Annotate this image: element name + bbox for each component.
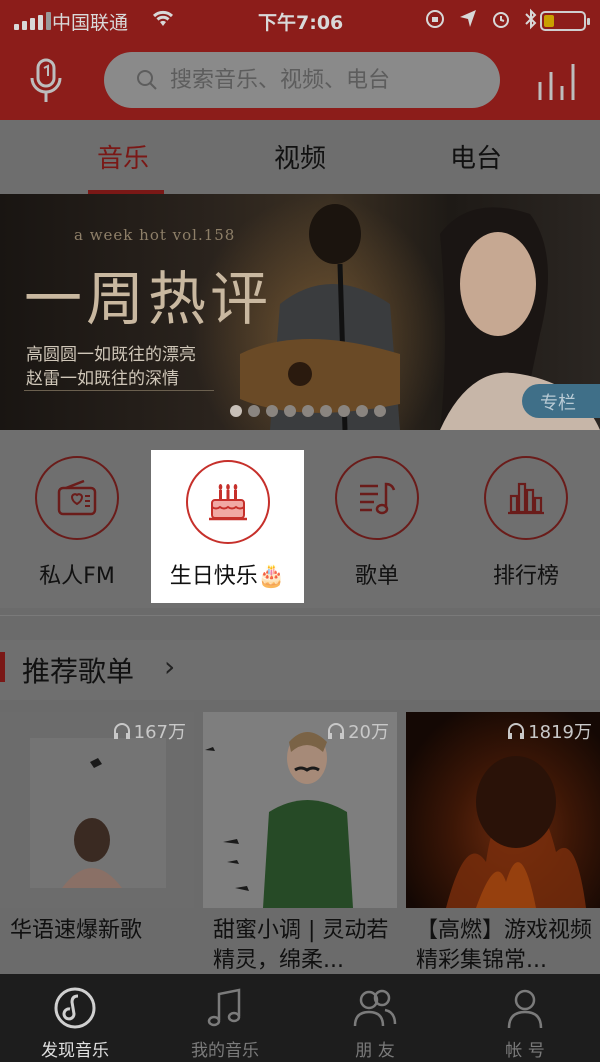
banner-line-1: 高圆圆一如既往的漂亮 [26,345,196,365]
birthday-cake-icon [208,484,247,521]
bluetooth-icon [524,8,538,35]
battery-icon [540,11,590,31]
netease-music-logo-icon [54,987,96,1029]
quick-entries: 私人FM 生日快乐🎂 歌单 排行榜 [0,430,600,608]
playlist-card[interactable]: 167万 华语速爆新歌 [0,712,194,978]
entry-label: 私人FM [39,564,115,589]
tab-account[interactable]: 帐 号 [450,984,600,1061]
signal-strength-icon [14,12,51,30]
tab-label: 朋 友 [355,1041,395,1061]
music-recognition-button[interactable] [26,56,66,106]
radio-icon [57,480,97,516]
chevron-right-icon: › [164,650,176,683]
tab-label: 发现音乐 [41,1041,109,1061]
playlist-title: 【高燃】游戏视频精彩集锦常... [416,918,593,973]
entry-happy-birthday[interactable]: 生日快乐🎂 [151,450,304,603]
banner-tag: 专栏 [522,384,600,418]
tab-my-music[interactable]: 我的音乐 [150,984,300,1061]
tab-discover-music[interactable]: 发现音乐 [0,984,150,1061]
playlist-card[interactable]: 1819万 【高燃】游戏视频精彩集锦常... [406,712,600,978]
search-bar[interactable] [104,52,500,108]
chart-bars-icon [508,482,544,515]
friends-icon [353,989,397,1027]
status-bar: 中国联通 下午7:06 [0,0,600,42]
now-playing-button[interactable] [536,62,578,102]
equalizer-icon [538,64,575,100]
app-header [0,42,600,120]
tab-radio[interactable]: 电台 [416,138,536,175]
account-icon [507,989,543,1029]
location-icon [458,8,478,35]
wifi-icon [150,8,176,33]
section-title: 推荐歌单 [22,655,135,688]
search-input[interactable] [170,67,470,93]
headphones-icon [328,723,345,739]
entry-label: 歌单 [354,564,399,589]
banner-line-2: 赵雷一如既往的深情 [26,369,179,389]
play-count: 167万 [133,722,186,743]
search-icon [137,70,157,90]
playlist-cover: 1819万 [406,712,600,908]
alarm-icon [490,8,512,35]
recommended-playlists-header[interactable]: 推荐歌单 › [0,640,600,700]
content-tabs: 音乐 视频 电台 [0,120,600,194]
playlist-icon [360,482,396,515]
banner-page-indicator [230,405,386,417]
tab-music[interactable]: 音乐 [63,138,183,175]
tab-label: 我的音乐 [191,1041,259,1061]
play-count: 1819万 [528,722,592,743]
music-note-icon [207,988,241,1027]
play-count: 20万 [348,722,389,743]
entry-personal-fm[interactable]: 私人FM [2,456,152,590]
microphone-icon [30,58,62,102]
banner-headline: 一周热评 [24,265,273,333]
headphones-icon [508,723,525,739]
tab-video[interactable]: 视频 [240,138,360,175]
tab-friends[interactable]: 朋 友 [300,984,450,1061]
playlist-card[interactable]: 20万 甜蜜小调 | 灵动若精灵，绵柔... [203,712,397,978]
playlist-cover: 167万 [0,712,194,908]
status-time: 下午7:06 [258,12,344,34]
playlist-title: 甜蜜小调 | 灵动若精灵，绵柔... [213,918,389,973]
entry-label: 生日快乐🎂 [169,564,286,589]
promo-banner[interactable]: a week hot vol.158 一周热评 高圆圆一如既往的漂亮 赵雷一如既… [0,194,600,430]
tab-label: 帐 号 [505,1041,545,1061]
playlist-title: 华语速爆新歌 [10,918,143,943]
entry-label: 排行榜 [492,564,559,589]
bottom-tab-bar: 发现音乐 我的音乐 朋 友 帐 号 [0,974,600,1062]
headphones-icon [113,723,130,739]
carrier-name: 中国联通 [52,12,129,34]
playlist-cover: 20万 [203,712,397,908]
banner-subtitle: a week hot vol.158 [74,226,236,244]
entry-playlists[interactable]: 歌单 [302,456,452,590]
divider [0,615,600,616]
entry-charts[interactable]: 排行榜 [451,456,600,590]
orientation-lock-icon [424,8,446,35]
